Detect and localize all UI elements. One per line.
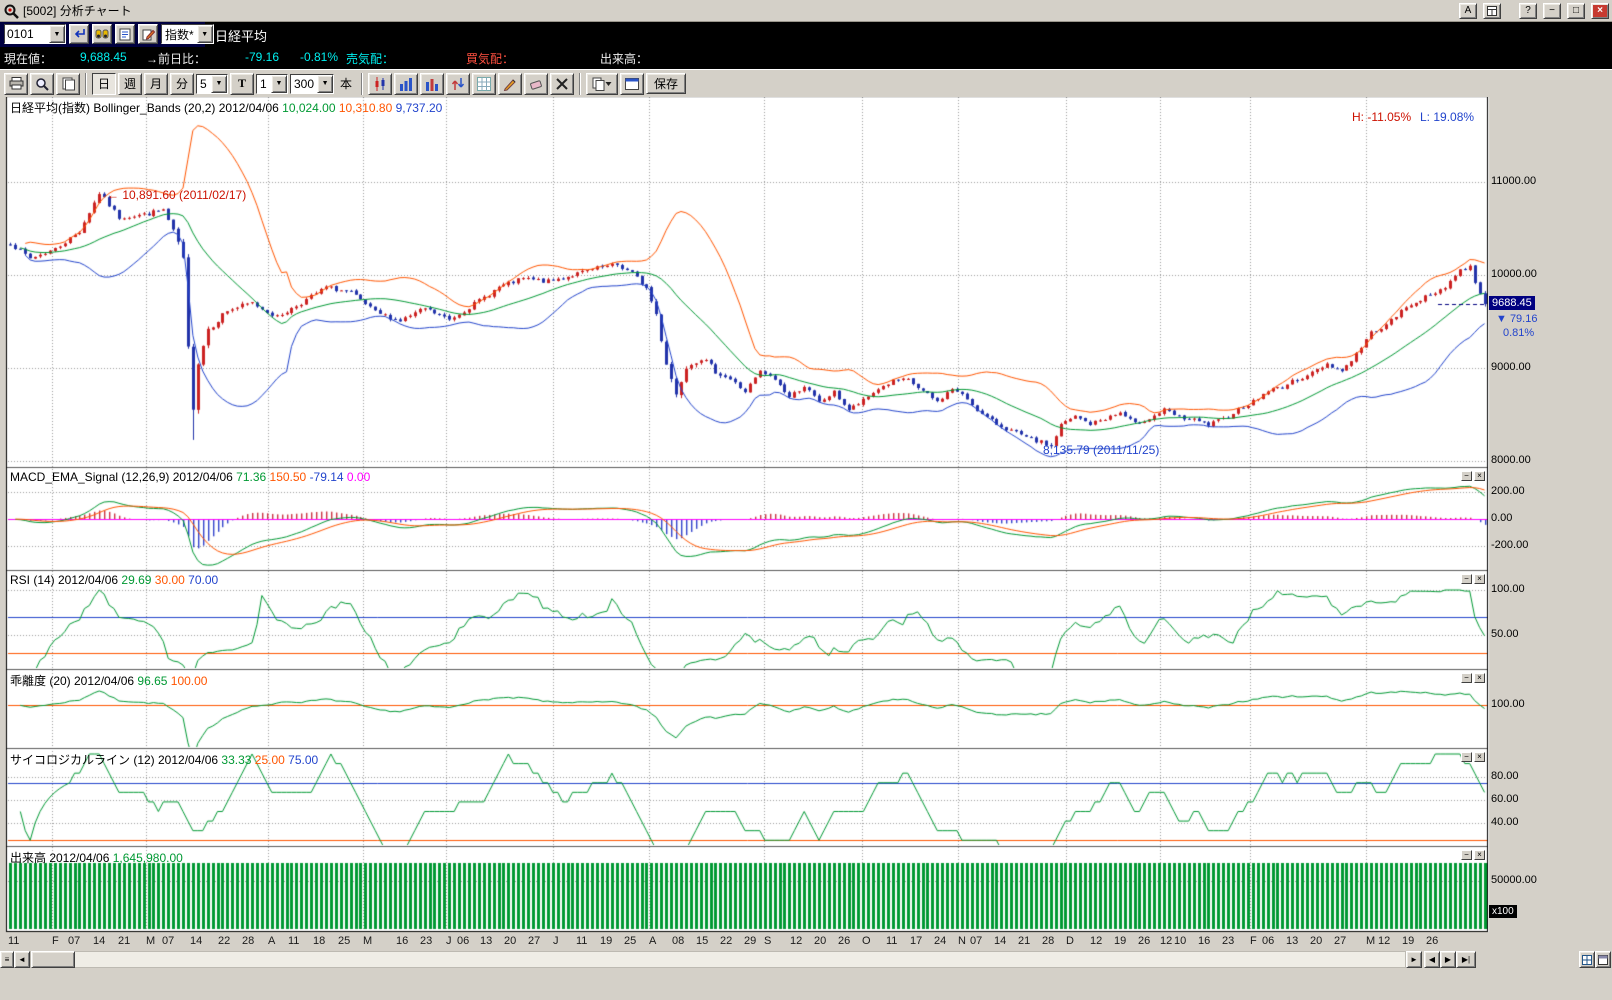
panel-close-button[interactable]: × [1474,471,1485,481]
analysis-chart-window: { "window": { "title": "[5002] 分析チャート", … [0,0,1612,1000]
candlestick-style-button[interactable] [368,72,393,95]
panel-minimize-button[interactable]: − [1461,752,1472,762]
symbol-toolbar: ▼ 指数* ▼ 日経平均 [0,22,1612,47]
code-field[interactable] [5,26,49,42]
period-month-button[interactable]: 月 [144,72,168,95]
bar-chart-style-button[interactable] [394,72,419,95]
change-value: -79.16 [245,50,280,64]
copy-image-button[interactable] [586,72,619,95]
font-size-button[interactable]: A [1459,2,1477,19]
toolbar-separator [85,72,87,95]
close-button[interactable]: × [1591,2,1609,19]
title-bar: [5002] 分析チャート A ? − □ × [0,0,1612,22]
code-combo: ▼ [4,24,66,44]
panel-minimize-button[interactable]: − [1461,850,1472,860]
delete-drawing-button[interactable] [550,72,575,95]
count-value[interactable]: 1 [257,77,271,91]
chart-toolbar: 日 週 月 分 5 ▼ T 1 ▼ 300 ▼ 本 保存 [0,69,1612,97]
bars-unit-label: 本 [340,77,353,91]
minute-combo: 5 ▼ [196,73,228,94]
edit-button[interactable] [138,24,158,44]
copy-chart-button[interactable] [56,72,80,95]
period-week-button[interactable]: 週 [118,72,142,95]
enter-button[interactable] [69,24,89,44]
memo-button[interactable] [115,24,135,44]
minimize-button[interactable]: − [1543,2,1561,19]
index-type-dropdown-button[interactable]: ▼ [196,25,213,43]
tick-button[interactable]: T [230,72,254,95]
current-price-value: 9,688.45 [80,50,127,64]
scrollbar-track[interactable] [30,951,1406,968]
panel-close-button[interactable]: × [1474,752,1485,762]
eraser-button[interactable] [524,72,549,95]
compare-arrows-button[interactable] [446,72,471,95]
horizontal-scrollbar: ≡ ◄ ► ◀ ▶ ▶| [0,951,1612,968]
panel-minimize-button[interactable]: − [1461,471,1472,481]
chart-canvas[interactable] [0,0,1612,1000]
zoom-button[interactable] [30,72,54,95]
toolbar-separator [361,72,364,95]
panel-close-button[interactable]: × [1474,673,1485,683]
scroll-right-button[interactable]: ► [1406,951,1422,968]
quote-status-bar: 現在値： 9,688.45 →前日比： -79.16 -0.81% 売気配： 買… [0,47,1612,69]
scroll-left-button[interactable]: ◄ [14,951,30,968]
count-combo: 1 ▼ [256,73,288,94]
ask-label: 売気配： [346,52,395,66]
panel-close-button[interactable]: × [1474,574,1485,584]
restore-layout-button[interactable] [1595,951,1611,968]
minute-dropdown-button[interactable]: ▼ [211,74,227,93]
draw-line-button[interactable] [498,72,523,95]
symbol-band [205,22,1612,47]
toolbar-separator [579,72,582,95]
panel-grid-button[interactable] [1579,951,1595,968]
bid-label: 買気配： [466,52,515,66]
current-price-label: 現在値： [4,52,53,66]
nav-end-button[interactable]: ▶| [1456,951,1476,968]
panel-minimize-button[interactable]: − [1461,574,1472,584]
panel-close-button[interactable]: × [1474,850,1485,860]
bars-dropdown-button[interactable]: ▼ [317,74,334,93]
index-type-combo: 指数* ▼ [161,24,214,44]
bars-value[interactable]: 300 [291,77,317,91]
panel-minimize-button[interactable]: − [1461,673,1472,683]
period-minute-button[interactable]: 分 [170,72,194,95]
index-type-value[interactable]: 指数* [162,26,197,43]
count-dropdown-button[interactable]: ▼ [271,74,287,93]
histogram-style-button[interactable] [420,72,445,95]
bars-combo: 300 ▼ [290,73,335,94]
nav-next-button[interactable]: ▶ [1440,951,1456,968]
window-title: [5002] 分析チャート [23,4,132,18]
binoculars-button[interactable] [92,24,112,44]
maximize-button[interactable]: □ [1567,2,1585,19]
scrollbar-thumb[interactable] [31,951,75,968]
layout-button[interactable] [1483,2,1501,19]
change-label: →前日比： [146,52,207,66]
app-logo-icon [3,3,19,19]
period-day-button[interactable]: 日 [92,72,116,95]
grid-toggle-button[interactable] [472,72,497,95]
change-percent: -0.81% [300,50,339,64]
print-button[interactable] [4,72,28,95]
help-button[interactable]: ? [1519,2,1537,19]
grip-icon[interactable]: ≡ [0,951,14,968]
new-window-button[interactable] [620,72,645,95]
symbol-name: 日経平均 [215,29,268,44]
save-button[interactable]: 保存 [646,73,687,94]
volume-label: 出来高： [600,52,649,66]
minute-value[interactable]: 5 [197,77,211,91]
nav-prev-button[interactable]: ◀ [1424,951,1440,968]
code-dropdown-button[interactable]: ▼ [49,25,65,43]
